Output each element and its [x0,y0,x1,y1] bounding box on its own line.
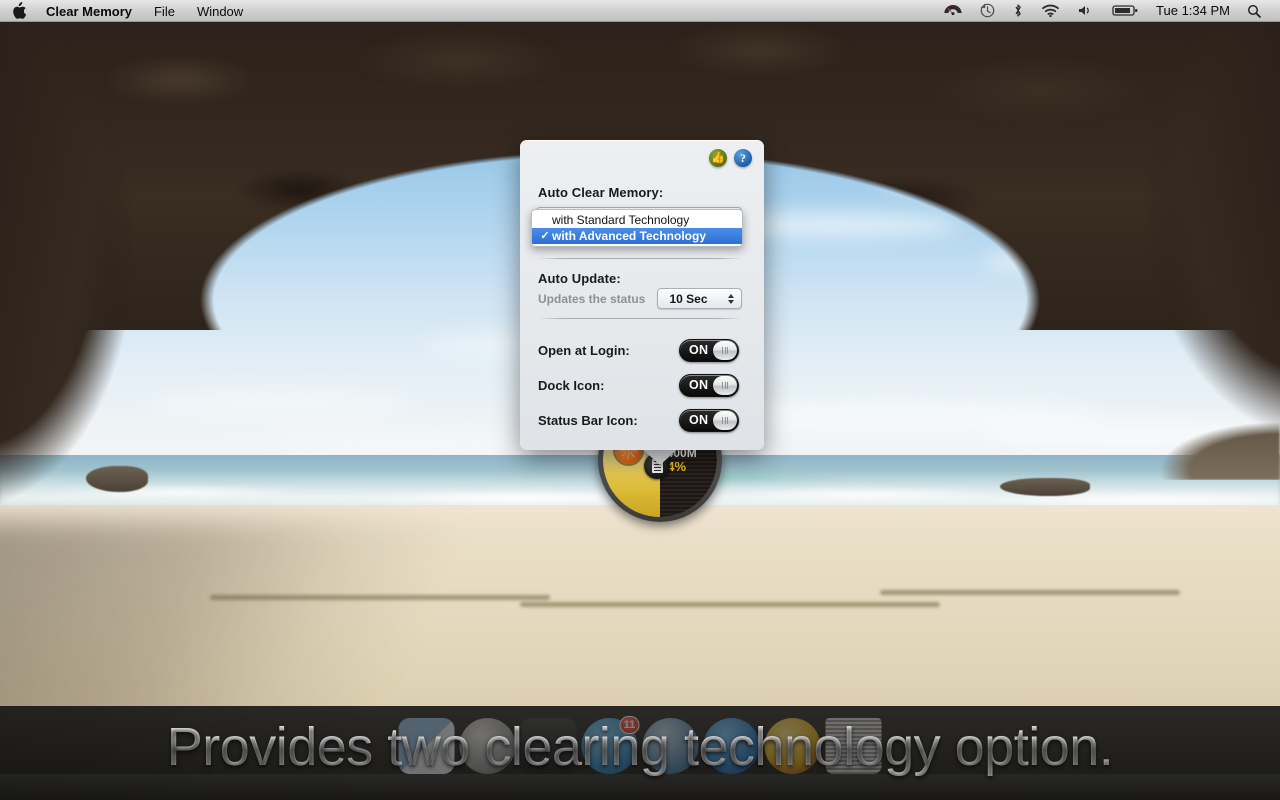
dock-icon-toggle[interactable]: ON [679,373,739,397]
menu-option-advanced-label: with Advanced Technology [552,229,707,243]
thumbs-up-icon[interactable]: 👍 [709,149,727,167]
menu-option-standard-label: with Standard Technology [552,213,690,227]
status-bar-icon-row: Status Bar Icon: ON [538,408,746,432]
menu-option-advanced[interactable]: ✓ with Advanced Technology [532,228,742,244]
caption-text: Provides two clearing technology option. [0,716,1280,778]
stepper-arrows-icon[interactable] [725,293,741,304]
volume-icon[interactable] [1069,1,1103,21]
preferences-panel: 👍 ? Auto Clear Memory: with Standard Tec… [520,140,764,450]
cloud [260,430,560,454]
spotlight-search-icon[interactable] [1238,1,1270,21]
menu-bar: Clear Memory File Window Tue 1:34 PM [0,0,1280,22]
toggle-knob[interactable] [713,340,737,360]
dock-icon-state: ON [689,378,709,392]
panel-header-buttons: 👍 ? [709,149,752,167]
cave-wall-left [0,0,190,520]
knob-grip [724,346,726,354]
cave-wall-right [1080,0,1280,470]
battery-icon[interactable] [1103,1,1148,21]
auto-clear-dropdown-menu[interactable]: with Standard Technology ✓ with Advanced… [531,209,743,247]
auto-update-interval-stepper[interactable]: 10 Sec [657,288,742,309]
auto-update-interval-value: 10 Sec [669,291,708,306]
chevron-up-icon[interactable] [728,293,734,298]
menu-bar-clock[interactable]: Tue 1:34 PM [1148,3,1238,18]
dock-icon-label: Dock Icon: [538,377,605,393]
auto-update-description: Updates the status [538,292,646,306]
seaweed [210,595,550,600]
open-at-login-state: ON [689,343,709,357]
wifi-icon[interactable] [1032,1,1069,21]
status-bar-icon-toggle[interactable]: ON [679,408,739,432]
menu-bar-status-area: Tue 1:34 PM [935,1,1280,21]
menu-app-name[interactable]: Clear Memory [35,2,143,20]
seaweed [880,590,1180,595]
status-bar-icon-state: ON [689,413,709,427]
chevron-down-icon[interactable] [728,299,734,304]
open-at-login-row: Open at Login: ON [538,338,746,362]
dock-icon-row: Dock Icon: ON [538,373,746,397]
auto-update-title: Auto Update: [538,271,621,286]
status-bar-icon-label: Status Bar Icon: [538,412,638,428]
divider [538,318,742,319]
knob-grip [724,416,726,424]
open-at-login-toggle[interactable]: ON [679,338,739,362]
time-machine-icon[interactable] [971,1,1004,21]
bluetooth-icon[interactable] [1004,1,1032,21]
divider [538,258,742,259]
help-glyph: ? [740,150,746,165]
open-at-login-label: Open at Login: [538,342,630,358]
menu-bar-left: Clear Memory File Window [0,2,254,20]
auto-clear-memory-title: Auto Clear Memory: [538,185,664,200]
toggle-knob[interactable] [713,410,737,430]
knob-grip [722,416,723,424]
apple-logo-icon[interactable] [12,2,26,19]
toggle-knob[interactable] [713,375,737,395]
knob-grip [727,346,728,354]
knob-grip [727,381,728,389]
thumbs-up-glyph: 👍 [711,151,725,164]
knob-grip [724,381,726,389]
help-icon[interactable]: ? [734,149,752,167]
knob-grip [727,416,728,424]
menu-option-advanced-check: ✓ [540,230,550,242]
rock [1000,478,1090,496]
knob-grip [722,346,723,354]
seaweed [520,602,940,607]
menu-file[interactable]: File [143,2,186,20]
menu-window[interactable]: Window [186,2,254,20]
clear-memory-gauge-icon[interactable] [935,1,971,21]
menu-option-standard[interactable]: with Standard Technology [532,212,742,228]
knob-grip [722,381,723,389]
